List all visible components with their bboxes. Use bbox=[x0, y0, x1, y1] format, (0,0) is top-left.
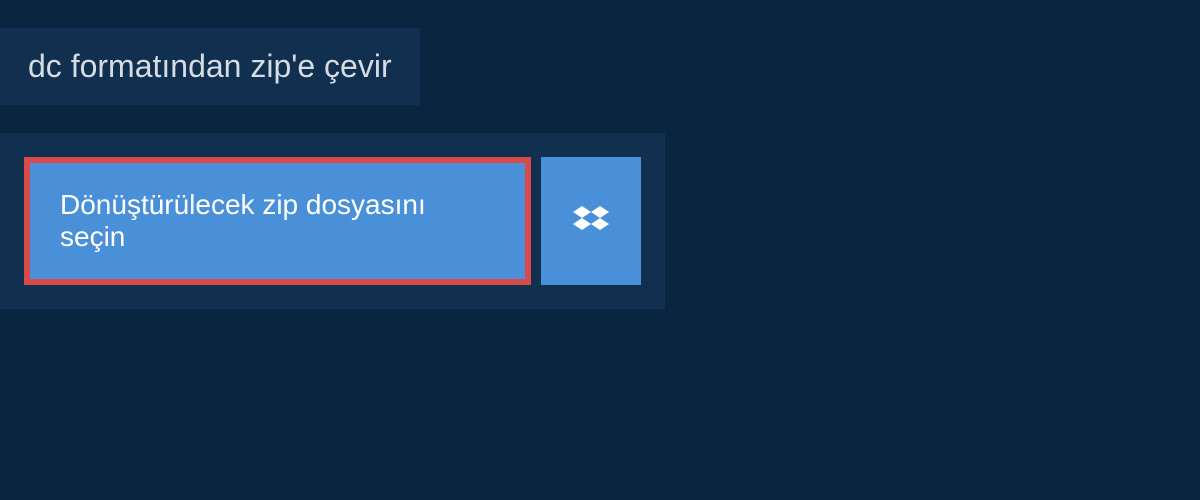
dropbox-icon bbox=[573, 203, 609, 239]
dropbox-button[interactable] bbox=[541, 157, 641, 285]
upload-panel: Dönüştürülecek zip dosyasını seçin bbox=[0, 133, 665, 309]
page-title-tab: dc formatından zip'e çevir bbox=[0, 28, 420, 105]
select-file-label: Dönüştürülecek zip dosyasını seçin bbox=[60, 189, 495, 253]
select-file-button[interactable]: Dönüştürülecek zip dosyasını seçin bbox=[24, 157, 531, 285]
page-title: dc formatından zip'e çevir bbox=[28, 48, 392, 84]
